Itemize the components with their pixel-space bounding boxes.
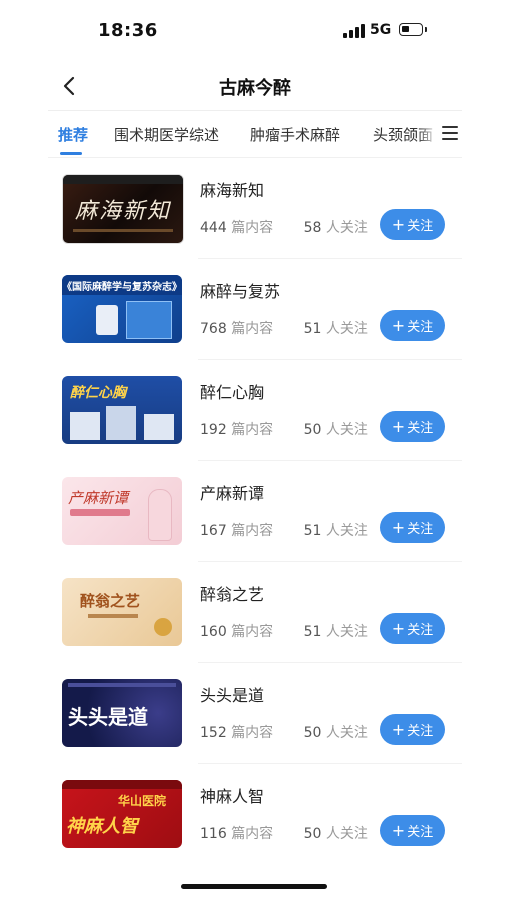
follow-label: 关注 [407, 623, 434, 638]
follower-count: 50 [303, 725, 322, 741]
signal-bars-icon [343, 24, 365, 38]
follower-count: 51 [303, 624, 322, 640]
post-count: 768 [200, 321, 227, 337]
follower-unit: 人关注 [325, 826, 368, 842]
status-time: 18:36 [98, 20, 158, 41]
post-count: 160 [200, 624, 227, 640]
tab-perioperative-review[interactable]: 围术期医学综述 [114, 124, 219, 145]
follower-unit: 人关注 [325, 321, 368, 337]
thumbnail-subtitle: 华山医院 [118, 794, 167, 808]
post-unit: 篇内容 [231, 321, 274, 337]
home-indicator[interactable] [181, 884, 327, 889]
follower-count: 58 [303, 220, 322, 236]
follower-unit: 人关注 [325, 523, 368, 539]
follow-label: 关注 [407, 320, 434, 335]
plus-icon: + [391, 417, 406, 436]
list-item[interactable]: 醉仁心胸 醉仁心胸 192 篇内容 50 人关注 + 关注 [48, 360, 462, 461]
list-item[interactable]: 《国际麻醉学与复苏杂志》 麻醉与复苏 768 篇内容 51 人关注 + 关注 [48, 259, 462, 360]
follower-unit: 人关注 [325, 422, 368, 438]
network-label: 5G [370, 22, 392, 38]
plus-icon: + [391, 316, 406, 335]
follow-label: 关注 [407, 825, 434, 840]
follower-unit: 人关注 [325, 725, 368, 741]
post-unit: 篇内容 [231, 624, 274, 640]
follow-button[interactable]: + 关注 [380, 512, 445, 543]
page-title: 古麻今醉 [219, 78, 291, 99]
hamburger-menu-icon[interactable] [442, 126, 460, 141]
follow-button[interactable]: + 关注 [380, 411, 445, 442]
follower-count: 51 [303, 321, 322, 337]
post-count: 167 [200, 523, 227, 539]
channel-name: 神麻人智 [200, 787, 265, 806]
channel-name: 麻海新知 [200, 181, 265, 200]
follower-unit: 人关注 [325, 624, 368, 640]
active-tab-indicator [60, 152, 82, 155]
plus-icon: + [391, 821, 406, 840]
channel-stats: 160 篇内容 51 人关注 [200, 621, 368, 641]
post-unit: 篇内容 [231, 523, 274, 539]
channel-thumbnail: 麻海新知 [62, 174, 184, 244]
battery-low-icon [399, 23, 427, 36]
thumbnail-title: 神麻人智 [66, 816, 138, 837]
channel-stats: 768 篇内容 51 人关注 [200, 318, 368, 338]
plus-icon: + [391, 619, 406, 638]
channel-name: 醉翁之艺 [200, 585, 265, 604]
post-unit: 篇内容 [231, 422, 274, 438]
follower-count: 50 [303, 826, 322, 842]
follow-label: 关注 [407, 522, 434, 537]
follow-label: 关注 [407, 421, 434, 436]
thumbnail-title: 《国际麻醉学与复苏杂志》 [62, 282, 182, 293]
post-count: 152 [200, 725, 227, 741]
channel-stats: 116 篇内容 50 人关注 [200, 823, 368, 843]
tab-bar: 推荐 围术期医学综述 肿瘤手术麻醉 头颈颌面 [48, 111, 462, 157]
channel-thumbnail: 醉翁之艺 [62, 578, 182, 646]
follow-button[interactable]: + 关注 [380, 209, 445, 240]
thumbnail-title: 麻海新知 [74, 199, 171, 224]
status-bar: 18:36 5G [0, 0, 507, 62]
tab-tumor-anesthesia[interactable]: 肿瘤手术麻醉 [250, 124, 340, 145]
nav-header: 古麻今醉 [48, 62, 462, 110]
follower-count: 50 [303, 422, 322, 438]
list-item[interactable]: 头头是道 头头是道 152 篇内容 50 人关注 + 关注 [48, 663, 462, 764]
channel-stats: 444 篇内容 58 人关注 [200, 217, 368, 237]
thumbnail-title: 醉翁之艺 [80, 592, 141, 610]
channel-thumbnail: 华山医院 神麻人智 [62, 780, 182, 848]
channel-name: 醉仁心胸 [200, 383, 265, 402]
tab-recommend[interactable]: 推荐 [58, 124, 88, 145]
post-count: 192 [200, 422, 227, 438]
post-count: 116 [200, 826, 227, 842]
list-item[interactable]: 产麻新谭 产麻新谭 167 篇内容 51 人关注 + 关注 [48, 461, 462, 562]
channel-thumbnail: 醉仁心胸 [62, 376, 182, 444]
plus-icon: + [391, 518, 406, 537]
channel-stats: 152 篇内容 50 人关注 [200, 722, 368, 742]
follow-button[interactable]: + 关注 [380, 815, 445, 846]
channel-thumbnail: 《国际麻醉学与复苏杂志》 [62, 275, 182, 343]
channel-name: 头头是道 [200, 686, 265, 705]
follower-unit: 人关注 [325, 220, 368, 236]
follow-label: 关注 [407, 219, 434, 234]
channel-thumbnail: 头头是道 [62, 679, 182, 747]
post-count: 444 [200, 220, 227, 236]
channel-thumbnail: 产麻新谭 [62, 477, 182, 545]
post-unit: 篇内容 [231, 826, 274, 842]
follower-count: 51 [303, 523, 322, 539]
channel-list: 麻海新知 麻海新知 444 篇内容 58 人关注 + 关注 《国际麻醉学与复苏杂志… [48, 158, 462, 865]
follow-button[interactable]: + 关注 [380, 613, 445, 644]
post-unit: 篇内容 [231, 220, 274, 236]
thumbnail-title: 头头是道 [68, 705, 148, 729]
list-item[interactable]: 醉翁之艺 醉翁之艺 160 篇内容 51 人关注 + 关注 [48, 562, 462, 663]
plus-icon: + [391, 215, 406, 234]
channel-stats: 192 篇内容 50 人关注 [200, 419, 368, 439]
follow-label: 关注 [407, 724, 434, 739]
thumbnail-title: 醉仁心胸 [70, 385, 126, 401]
follow-button[interactable]: + 关注 [380, 714, 445, 745]
plus-icon: + [391, 720, 406, 739]
channel-name: 产麻新谭 [200, 484, 265, 503]
post-unit: 篇内容 [231, 725, 274, 741]
channel-name: 麻醉与复苏 [200, 282, 281, 301]
follow-button[interactable]: + 关注 [380, 310, 445, 341]
list-item[interactable]: 麻海新知 麻海新知 444 篇内容 58 人关注 + 关注 [48, 158, 462, 259]
channel-stats: 167 篇内容 51 人关注 [200, 520, 368, 540]
list-item[interactable]: 华山医院 神麻人智 神麻人智 116 篇内容 50 人关注 + 关注 [48, 764, 462, 865]
